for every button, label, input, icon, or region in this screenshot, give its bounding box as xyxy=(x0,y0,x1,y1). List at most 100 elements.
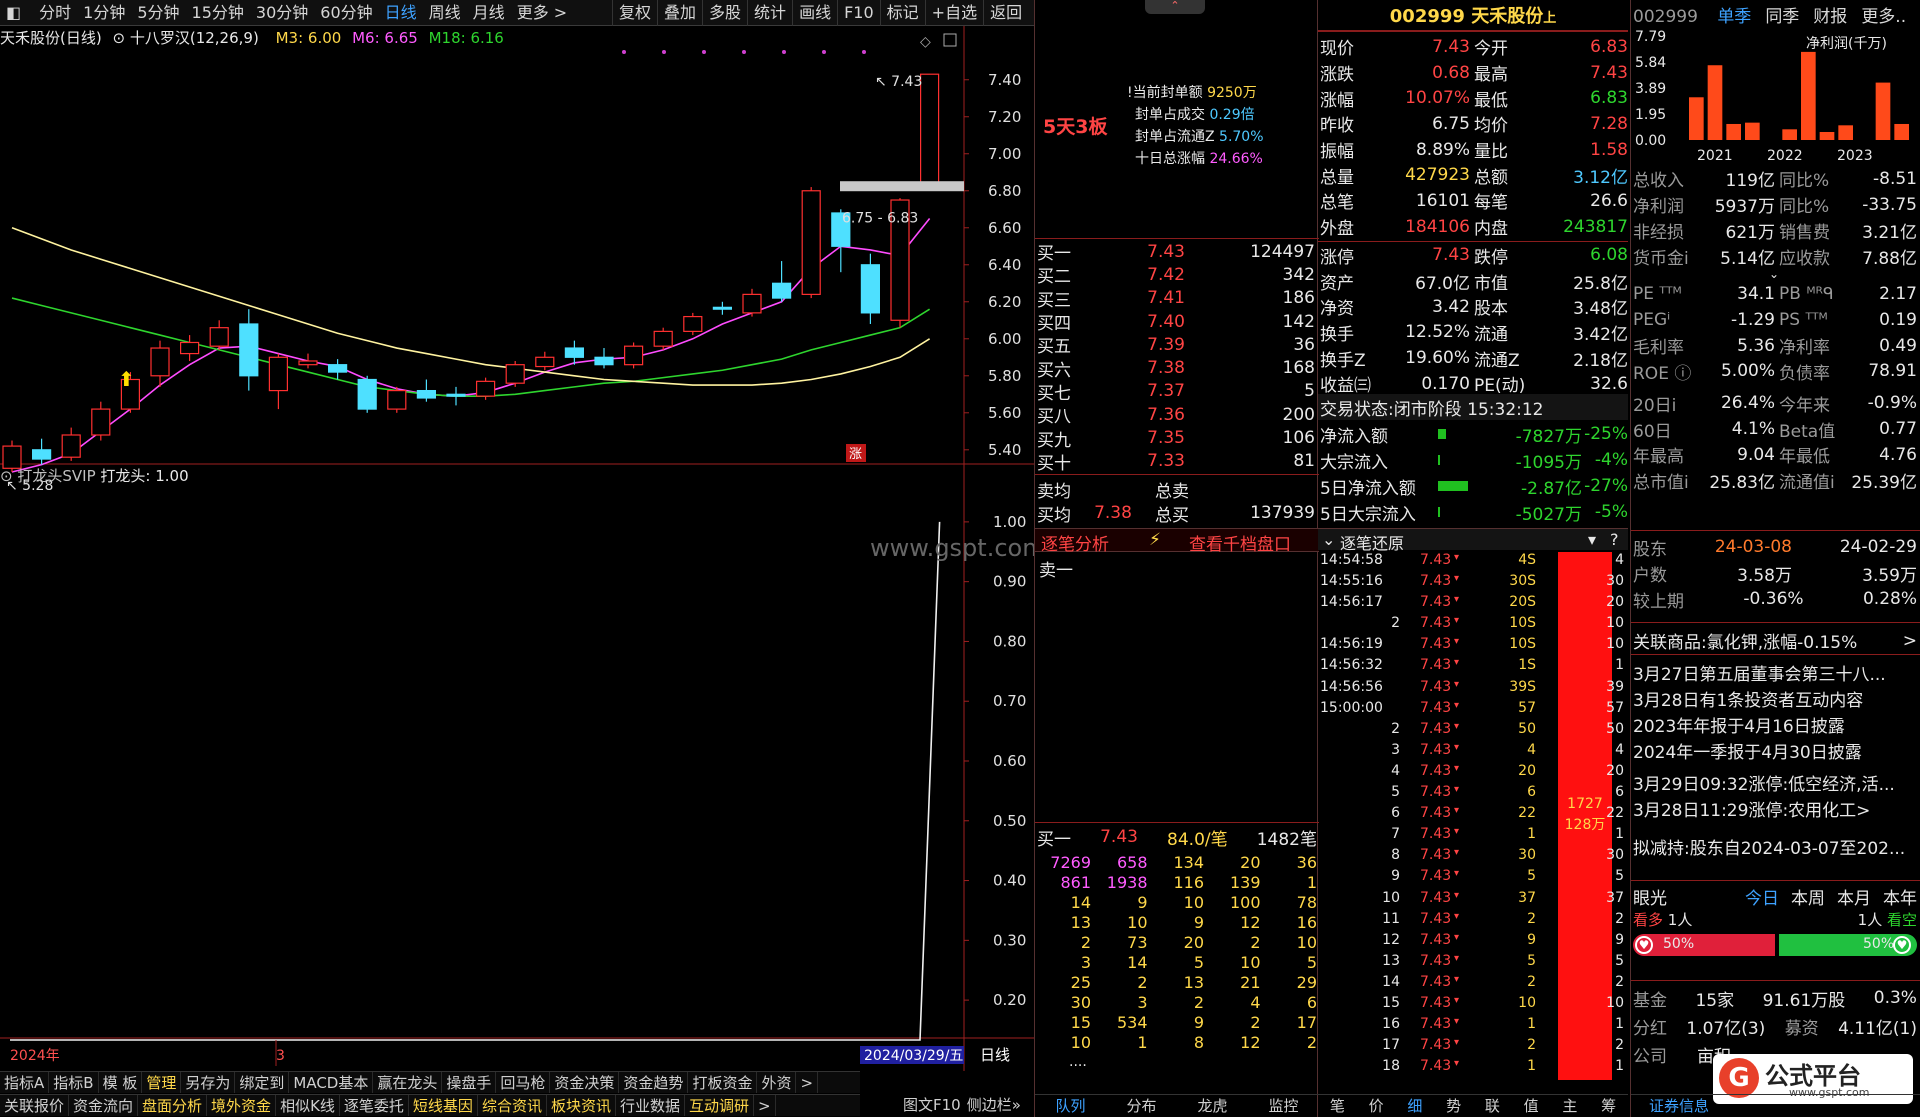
func-tab-7[interactable]: 综合资讯 xyxy=(478,1095,547,1116)
ind-tab-6[interactable]: MACD基本 xyxy=(289,1072,374,1093)
candle[interactable] xyxy=(683,312,703,336)
candle[interactable] xyxy=(505,360,525,387)
news-item[interactable]: 3月28日有1条投资者互动内容 xyxy=(1633,686,1919,712)
ind-tab-8[interactable]: 操盘手 xyxy=(442,1072,497,1093)
func-tab-8[interactable]: 板块资讯 xyxy=(547,1095,616,1116)
f10-tab-0[interactable]: 图文F10 xyxy=(900,1096,964,1114)
period-2[interactable]: 5分钟 xyxy=(131,0,185,26)
ind-tab-14[interactable]: > xyxy=(796,1072,819,1093)
action-8[interactable]: 返回 xyxy=(983,0,1028,26)
period-5[interactable]: 60分钟 xyxy=(314,0,378,26)
news-item[interactable]: 2024年一季报于4月30日披露 xyxy=(1633,738,1919,770)
bid-row[interactable]: 买二 7.42 342 xyxy=(1035,263,1315,288)
detail-tab-1[interactable]: 价 xyxy=(1357,1095,1396,1116)
bid-row[interactable]: 买四 7.40 142 xyxy=(1035,310,1315,335)
detail-tab-3[interactable]: 势 xyxy=(1434,1095,1473,1116)
fin-tab-1[interactable]: 同季 xyxy=(1765,7,1799,27)
bid-row[interactable]: 买九 7.35 106 xyxy=(1035,426,1315,451)
period-7[interactable]: 周线 xyxy=(423,0,467,26)
func-tab-0[interactable]: 关联报价 xyxy=(0,1095,70,1116)
func-tab-3[interactable]: 境外资金 xyxy=(207,1095,277,1116)
candle[interactable] xyxy=(298,353,318,369)
candle[interactable] xyxy=(860,253,881,324)
security-info-tab[interactable]: 证券信息 xyxy=(1631,1094,1920,1117)
candle[interactable] xyxy=(742,288,762,317)
kline-chart[interactable]: 7.40 7.20 7.00 6.80 6.60 6.40 6.20 6.00 5.80 5.60… xyxy=(0,26,1034,1071)
bid-row[interactable]: 买七 7.37 5 xyxy=(1035,380,1315,404)
bid-row[interactable]: 买六 7.38 168 xyxy=(1035,356,1315,381)
candle[interactable] xyxy=(239,309,259,391)
thumbs-up-icon[interactable]: ♥ xyxy=(1635,936,1653,954)
help-icon[interactable]: ? xyxy=(1610,530,1619,549)
candle[interactable] xyxy=(31,438,52,465)
diamond-icon[interactable]: ◇ xyxy=(920,34,931,50)
candle[interactable] xyxy=(328,359,348,380)
period-4[interactable]: 30分钟 xyxy=(250,0,314,26)
detail-tab-0[interactable]: 笔 xyxy=(1318,1095,1357,1116)
bid-row[interactable]: 买十 7.33 81 xyxy=(1035,450,1315,474)
ind-tab-3[interactable]: 管理 xyxy=(142,1072,182,1093)
news-item[interactable]: 2023年年报于4月16日披露 xyxy=(1633,712,1919,738)
action-5[interactable]: F10 xyxy=(837,0,880,26)
period-9[interactable]: 更多 > xyxy=(511,0,574,26)
eye-tab-3[interactable]: 本年 xyxy=(1883,889,1917,909)
queue-tab-3[interactable]: 监控 xyxy=(1248,1095,1319,1116)
news-item[interactable]: 3月27日第五届董事会第三十八... xyxy=(1633,660,1919,686)
func-tab-4[interactable]: 相似K线 xyxy=(276,1095,340,1116)
queue-tab-2[interactable]: 龙虎 xyxy=(1177,1095,1248,1116)
period-0[interactable]: 分时 xyxy=(33,0,77,26)
zoom-out-button[interactable]: − xyxy=(1006,1069,1019,1071)
candle[interactable] xyxy=(209,320,229,350)
action-2[interactable]: 多股 xyxy=(702,0,747,26)
news-item[interactable]: 3月28日11:29涨停:农用化工> xyxy=(1633,796,1919,834)
candle[interactable] xyxy=(564,340,585,365)
candle[interactable] xyxy=(535,351,555,371)
detail-tab-6[interactable]: 主 xyxy=(1551,1095,1590,1116)
eye-tab-0[interactable]: 今日 xyxy=(1745,889,1779,909)
candle[interactable] xyxy=(91,401,111,441)
action-0[interactable]: 复权 xyxy=(612,0,657,26)
candle[interactable] xyxy=(416,379,436,402)
period-3[interactable]: 15分钟 xyxy=(186,0,250,26)
layout-icon[interactable]: ◧ xyxy=(0,0,27,26)
f10-tab-1[interactable]: 侧边栏» xyxy=(964,1096,1024,1114)
action-7[interactable]: +自选 xyxy=(924,0,983,26)
ind-tab-7[interactable]: 赢在龙头 xyxy=(373,1072,443,1093)
queue-tab-0[interactable]: 队列 xyxy=(1035,1095,1106,1116)
fin-tab-0[interactable]: 单季 xyxy=(1717,7,1751,27)
candle[interactable] xyxy=(801,187,821,299)
detail-tab-5[interactable]: 值 xyxy=(1512,1095,1551,1116)
candle[interactable] xyxy=(712,301,733,315)
ind-tab-4[interactable]: 另存为 xyxy=(181,1072,236,1093)
func-tab-6[interactable]: 短线基因 xyxy=(409,1095,478,1116)
candle[interactable] xyxy=(476,377,496,400)
bid-row[interactable]: 买一 7.43 124497 xyxy=(1035,240,1315,265)
action-6[interactable]: 标记 xyxy=(879,0,925,26)
news-item[interactable]: 拟减持:股东自2024-03-07至202... xyxy=(1633,834,1919,860)
ind-tab-13[interactable]: 外资 xyxy=(757,1072,797,1093)
candle[interactable] xyxy=(623,342,644,369)
func-tab-1[interactable]: 资金流向 xyxy=(69,1095,139,1116)
fin-tab-2[interactable]: 财报 xyxy=(1813,7,1847,27)
candle[interactable] xyxy=(61,427,81,461)
candle[interactable] xyxy=(594,348,614,369)
related-goods[interactable]: 关联商品:氯化钾,涨幅-0.15% > xyxy=(1633,628,1917,654)
ind-tab-9[interactable]: 回马枪 xyxy=(496,1072,551,1093)
detail-tab-7[interactable]: 筹 xyxy=(1589,1095,1628,1116)
bid-row[interactable]: 买八 7.36 200 xyxy=(1035,403,1315,428)
news-item[interactable]: 3月29日09:32涨停:低空经济,活... xyxy=(1633,770,1919,796)
queue-more[interactable]: .... xyxy=(1069,1054,1087,1070)
expand-icon[interactable]: ⌄ xyxy=(1631,268,1917,281)
eye-tab-2[interactable]: 本月 xyxy=(1837,889,1871,909)
ticks-collapse-icon[interactable]: ⌄ xyxy=(1322,530,1335,549)
period-8[interactable]: 月线 xyxy=(467,0,511,26)
tab-order-analysis[interactable]: 逐笔分析 xyxy=(1041,530,1109,555)
collapse-icon[interactable]: ⌃ xyxy=(1145,0,1205,14)
candle[interactable] xyxy=(653,327,673,350)
candle[interactable] xyxy=(771,261,792,302)
ind-tab-0[interactable]: 指标A xyxy=(0,1072,50,1093)
bid-row[interactable]: 买三 7.41 186 xyxy=(1035,287,1315,311)
detail-tab-4[interactable]: 联 xyxy=(1473,1095,1512,1116)
candle[interactable] xyxy=(387,386,407,413)
candle[interactable] xyxy=(268,353,288,410)
